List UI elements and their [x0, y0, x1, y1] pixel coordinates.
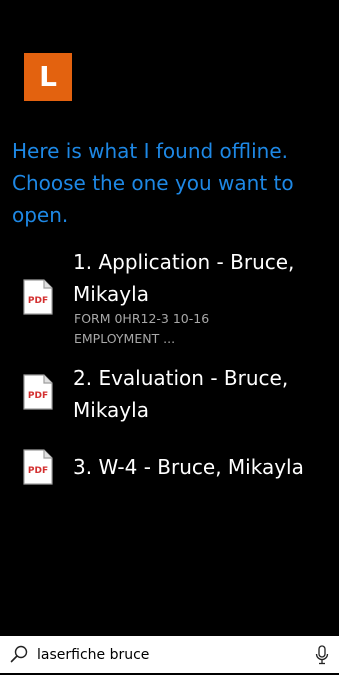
pdf-icon-label: PDF	[28, 296, 48, 306]
microphone-icon[interactable]	[315, 645, 329, 665]
pdf-icon: PDF	[23, 279, 53, 315]
result-item-3[interactable]: PDF 3. W-4 - Bruce, Mikayla	[0, 449, 339, 491]
pdf-icon: PDF	[23, 374, 53, 410]
result-item-1[interactable]: PDF 1. Application - Bruce, Mikayla FORM…	[0, 246, 339, 350]
assistant-message: Here is what I found offline. Choose the…	[12, 139, 294, 227]
search-bar[interactable]: laserfiche bruce	[0, 636, 339, 673]
result-title: 1. Application - Bruce, Mikayla	[73, 250, 295, 306]
pdf-icon-label: PDF	[28, 466, 48, 476]
app-logo: L	[24, 53, 72, 101]
search-icon	[10, 645, 28, 663]
result-subtitle: FORM 0HR12-3 10-16 EMPLOYMENT ...	[74, 311, 210, 346]
result-title: 3. W-4 - Bruce, Mikayla	[73, 455, 304, 479]
pdf-icon: PDF	[23, 449, 53, 485]
app-logo-letter: L	[39, 60, 57, 93]
search-input[interactable]: laserfiche bruce	[37, 636, 149, 673]
pdf-icon-label: PDF	[28, 391, 48, 401]
result-title: 2. Evaluation - Bruce, Mikayla	[73, 366, 289, 422]
result-item-2[interactable]: PDF 2. Evaluation - Bruce, Mikayla	[0, 362, 339, 432]
